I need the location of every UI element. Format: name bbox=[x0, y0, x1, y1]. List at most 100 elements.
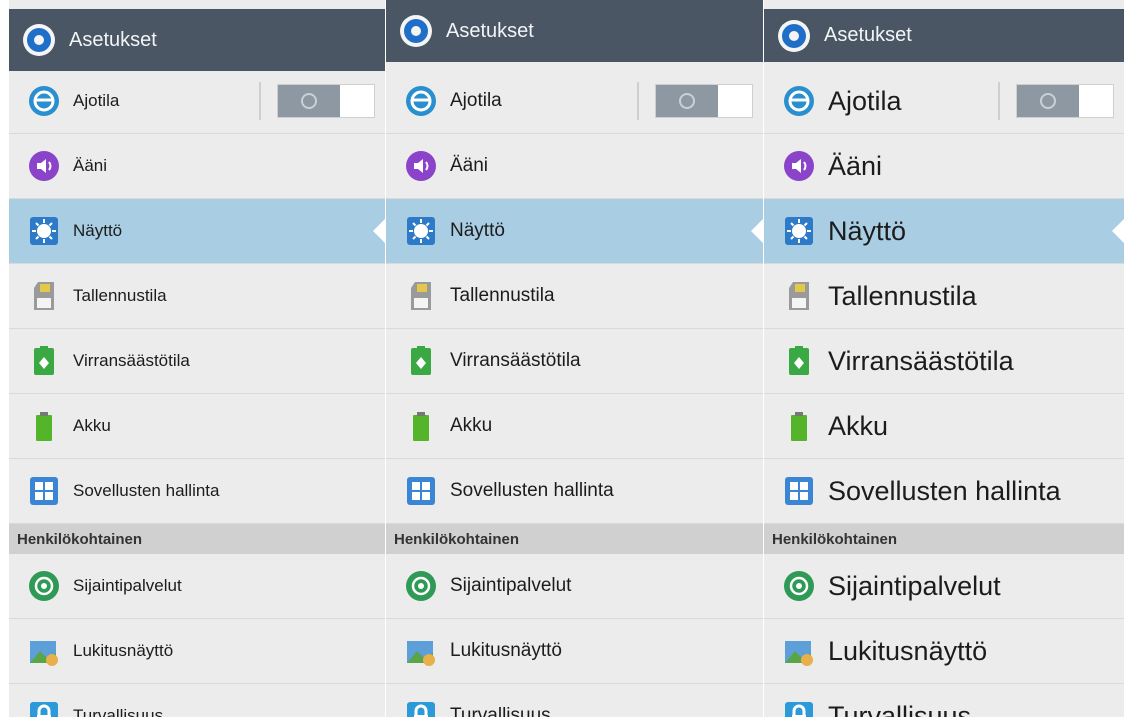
settings-item-sovellusten-hallinta[interactable]: Sovellusten hallinta bbox=[764, 459, 1124, 524]
settings-item-sijaintipalvelut[interactable]: Sijaintipalvelut bbox=[9, 554, 385, 619]
action-bar: Asetukset bbox=[9, 9, 385, 71]
app-grid-icon bbox=[25, 472, 63, 510]
ajotila-toggle[interactable] bbox=[1016, 84, 1114, 118]
battery-icon bbox=[780, 407, 818, 445]
brightness-icon bbox=[780, 212, 818, 250]
settings-item-sijaintipalvelut[interactable]: Sijaintipalvelut bbox=[386, 554, 763, 619]
settings-item-naytto[interactable]: Näyttö bbox=[9, 199, 385, 264]
sd-card-icon bbox=[402, 277, 440, 315]
settings-item-akku[interactable]: Akku bbox=[764, 394, 1124, 459]
settings-item-lukitusnaytto[interactable]: Lukitusnäyttö bbox=[764, 619, 1124, 684]
settings-item-naytto[interactable]: Näyttö bbox=[764, 199, 1124, 264]
item-label: Ajotila bbox=[73, 91, 120, 110]
settings-list: Ajotila Ääni Näyttö Tallennustila Virran… bbox=[764, 69, 1124, 717]
divider bbox=[998, 82, 1000, 120]
page-title: Asetukset bbox=[446, 19, 534, 42]
steering-wheel-icon bbox=[402, 82, 440, 120]
item-label: Tallennustila bbox=[828, 280, 977, 311]
padlock-icon bbox=[402, 697, 440, 717]
settings-list: Ajotila Ääni Näyttö Tallennustila Virran… bbox=[9, 69, 385, 717]
settings-gear-icon[interactable] bbox=[19, 20, 59, 60]
ajotila-switch-area bbox=[998, 82, 1114, 120]
settings-item-aani[interactable]: Ääni bbox=[9, 134, 385, 199]
settings-item-virransaastotila[interactable]: Virransäästötila bbox=[764, 329, 1124, 394]
settings-item-lukitusnaytto[interactable]: Lukitusnäyttö bbox=[9, 619, 385, 684]
brightness-icon bbox=[25, 212, 63, 250]
settings-item-aani[interactable]: Ääni bbox=[764, 134, 1124, 199]
settings-item-tallennustila[interactable]: Tallennustila bbox=[764, 264, 1124, 329]
settings-item-ajotila[interactable]: Ajotila bbox=[764, 69, 1124, 134]
settings-item-tallennustila[interactable]: Tallennustila bbox=[386, 264, 763, 329]
settings-item-ajotila[interactable]: Ajotila bbox=[386, 69, 763, 134]
settings-item-aani[interactable]: Ääni bbox=[386, 134, 763, 199]
item-label: Näyttö bbox=[450, 220, 505, 241]
settings-item-turvallisuus[interactable]: Turvallisuus bbox=[9, 684, 385, 717]
action-bar: Asetukset bbox=[386, 0, 763, 62]
settings-item-turvallisuus[interactable]: Turvallisuus bbox=[386, 684, 763, 717]
battery-icon bbox=[25, 407, 63, 445]
toggle-knob bbox=[656, 85, 718, 117]
location-icon bbox=[780, 567, 818, 605]
settings-panel-small: Asetukset Ajotila Ääni Näyttö Tallennust… bbox=[9, 0, 385, 717]
settings-item-ajotila[interactable]: Ajotila bbox=[9, 69, 385, 134]
brightness-icon bbox=[402, 212, 440, 250]
item-label: Sovellusten hallinta bbox=[450, 480, 614, 501]
speaker-icon bbox=[780, 147, 818, 185]
section-header-henkilokohtainen: Henkilökohtainen bbox=[386, 524, 763, 554]
app-grid-icon bbox=[402, 472, 440, 510]
settings-gear-icon[interactable] bbox=[774, 16, 814, 56]
settings-item-virransaastotila[interactable]: Virransäästötila bbox=[9, 329, 385, 394]
settings-item-sovellusten-hallinta[interactable]: Sovellusten hallinta bbox=[9, 459, 385, 524]
item-label: Akku bbox=[828, 410, 889, 441]
steering-wheel-icon bbox=[780, 82, 818, 120]
lock-screen-icon bbox=[25, 632, 63, 670]
power-saving-icon bbox=[780, 342, 818, 380]
location-icon bbox=[402, 567, 440, 605]
settings-item-lukitusnaytto[interactable]: Lukitusnäyttö bbox=[386, 619, 763, 684]
item-label: Sijaintipalvelut bbox=[828, 570, 1001, 601]
settings-item-virransaastotila[interactable]: Virransäästötila bbox=[386, 329, 763, 394]
item-label: Akku bbox=[450, 415, 493, 436]
battery-icon bbox=[402, 407, 440, 445]
item-label: Virransäästötila bbox=[828, 345, 1014, 376]
lock-screen-icon bbox=[402, 632, 440, 670]
location-icon bbox=[25, 567, 63, 605]
speaker-icon bbox=[25, 147, 63, 185]
sd-card-icon bbox=[25, 277, 63, 315]
item-label: Turvallisuus bbox=[450, 705, 551, 717]
ajotila-toggle[interactable] bbox=[655, 84, 753, 118]
item-label: Turvallisuus bbox=[73, 706, 164, 717]
item-label: Lukitusnäyttö bbox=[828, 635, 988, 666]
item-label: Ajotila bbox=[450, 90, 502, 111]
item-label: Lukitusnäyttö bbox=[450, 640, 562, 661]
settings-item-turvallisuus[interactable]: Turvallisuus bbox=[764, 684, 1124, 717]
sd-card-icon bbox=[780, 277, 818, 315]
item-label: Lukitusnäyttö bbox=[73, 641, 174, 660]
ajotila-toggle[interactable] bbox=[277, 84, 375, 118]
settings-item-naytto[interactable]: Näyttö bbox=[386, 199, 763, 264]
item-label: Virransäästötila bbox=[450, 350, 581, 371]
settings-item-akku[interactable]: Akku bbox=[386, 394, 763, 459]
speaker-icon bbox=[402, 147, 440, 185]
settings-item-tallennustila[interactable]: Tallennustila bbox=[9, 264, 385, 329]
toggle-knob bbox=[1017, 85, 1079, 117]
padlock-icon bbox=[780, 697, 818, 717]
settings-item-sijaintipalvelut[interactable]: Sijaintipalvelut bbox=[764, 554, 1124, 619]
item-label: Akku bbox=[73, 416, 111, 435]
settings-list: Ajotila Ääni Näyttö Tallennustila Virran… bbox=[386, 69, 763, 717]
section-header-henkilokohtainen: Henkilökohtainen bbox=[764, 524, 1124, 554]
item-label: Sijaintipalvelut bbox=[450, 575, 572, 596]
divider bbox=[259, 82, 261, 120]
padlock-icon bbox=[25, 697, 63, 717]
settings-gear-icon[interactable] bbox=[396, 11, 436, 51]
item-label: Tallennustila bbox=[450, 285, 555, 306]
ajotila-switch-area bbox=[637, 82, 753, 120]
action-bar: Asetukset bbox=[764, 9, 1124, 62]
section-header-henkilokohtainen: Henkilökohtainen bbox=[9, 524, 385, 554]
settings-item-akku[interactable]: Akku bbox=[9, 394, 385, 459]
settings-item-sovellusten-hallinta[interactable]: Sovellusten hallinta bbox=[386, 459, 763, 524]
page-title: Asetukset bbox=[69, 28, 157, 51]
item-label: Virransäästötila bbox=[73, 351, 190, 370]
toggle-knob bbox=[278, 85, 340, 117]
power-saving-icon bbox=[25, 342, 63, 380]
